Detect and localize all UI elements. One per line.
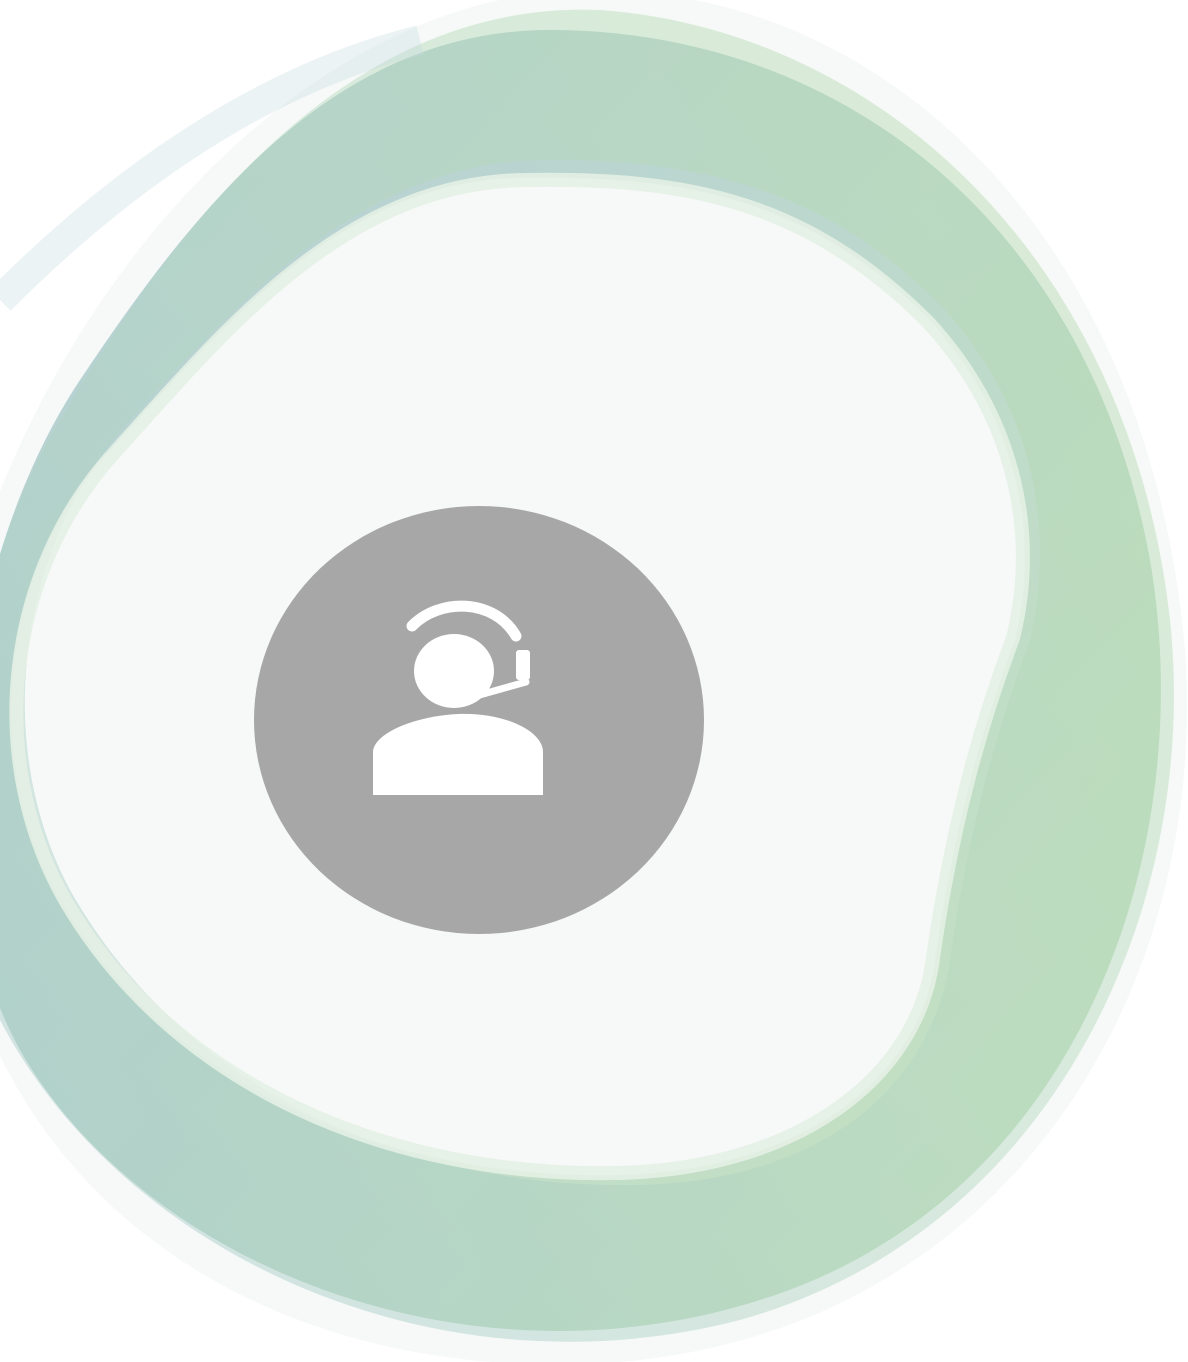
illustration-canvas (0, 0, 1188, 1362)
customer-support-headset-icon (373, 600, 543, 795)
support-agent-badge (254, 506, 704, 934)
